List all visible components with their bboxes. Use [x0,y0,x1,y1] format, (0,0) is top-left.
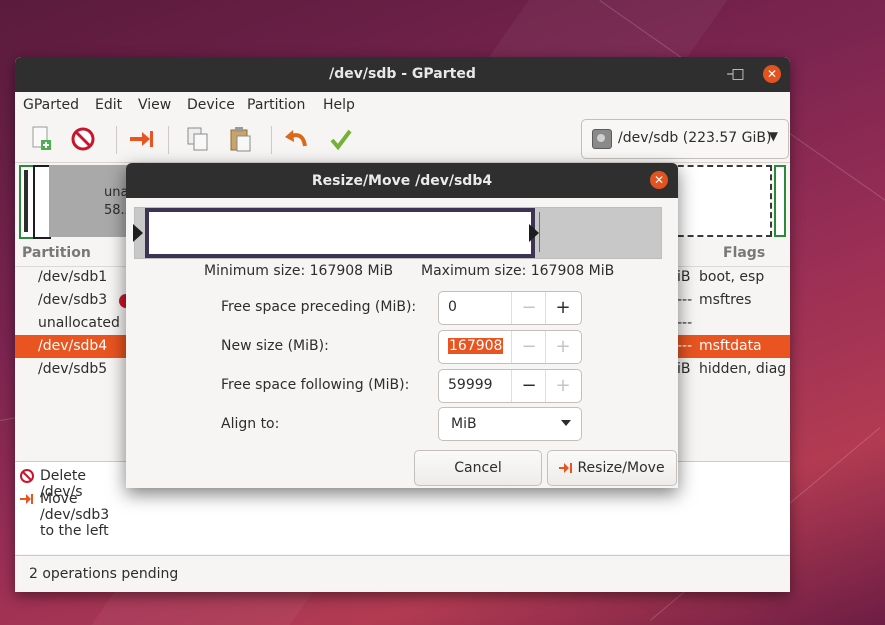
copy-icon[interactable] [183,124,213,154]
menu-device[interactable]: Device [187,97,235,113]
row-size: --- [677,315,693,331]
row-name: /dev/sdb4 [38,338,108,354]
menu-gparted[interactable]: GParted [23,97,79,113]
window-titlebar[interactable]: /dev/sdb - GParted – □ ✕ [15,57,790,92]
row-name: /dev/sdb3 [38,292,108,308]
harddisk-icon [592,129,612,149]
decrement-button[interactable]: − [511,370,546,402]
increment-button[interactable]: + [545,331,580,363]
maximum-size-label: Maximum size: 167908 MiB [421,263,615,279]
free-preceding-label: Free space preceding (MiB): [221,299,417,315]
resize-move-icon [20,494,33,504]
cancel-button[interactable]: Cancel [414,450,542,486]
column-partition[interactable]: Partition [22,245,91,261]
row-size: iB [677,269,691,285]
row-flags: msftres [699,292,752,308]
row-size: iB [677,361,691,377]
decrement-button[interactable]: − [511,331,546,363]
delete-icon [20,469,34,483]
row-flags: boot, esp [699,269,765,285]
resize-move-label: Resize/Move [577,460,665,476]
new-size-input[interactable]: 167908 [448,338,504,354]
decrement-button[interactable]: − [511,292,546,324]
status-text: 2 operations pending [29,566,179,582]
dialog-close-button[interactable]: ✕ [650,171,668,189]
right-resize-handle[interactable] [529,224,539,242]
diskmap-unallocated-label: una [104,185,129,200]
maximize-button[interactable]: □ [729,65,747,83]
row-name: /dev/sdb1 [38,269,108,285]
left-resize-handle[interactable] [133,224,143,242]
dialog-titlebar[interactable]: Resize/Move /dev/sdb4 ✕ [126,163,678,198]
chevron-down-icon [561,420,571,426]
increment-button[interactable]: + [545,370,580,402]
device-label: /dev/sdb (223.57 GiB) [618,130,772,146]
diskmap-partition-sdb4[interactable] [668,165,772,237]
new-size-label: New size (MiB): [221,338,329,354]
menu-view[interactable]: View [138,97,171,113]
toolbar-separator [116,126,117,154]
free-following-spinner[interactable]: 59999 − + [438,369,582,403]
menu-edit[interactable]: Edit [95,97,122,113]
row-size: --- [677,338,693,354]
menubar: GParted Edit View Device Partition Help [15,92,790,118]
partition-block[interactable] [145,208,535,258]
free-preceding-spinner[interactable]: 0 − + [438,291,582,325]
align-to-dropdown[interactable]: MiB [438,407,582,441]
menu-help[interactable]: Help [323,97,355,113]
column-flags[interactable]: Flags [723,245,765,261]
align-to-label: Align to: [221,416,280,432]
operation-text: Move /dev/sdb3 to the left [40,491,110,539]
chevron-down-icon: ▼ [768,129,778,143]
resize-move-dialog: Resize/Move /dev/sdb4 ✕ Minimum size: 16… [126,163,678,488]
row-flags: msftdata [699,338,762,354]
row-size: --- [677,292,693,308]
menu-partition[interactable]: Partition [247,97,305,113]
diskmap-unallocated[interactable]: una 58.5 [49,165,133,237]
resize-move-icon[interactable] [126,124,156,154]
toolbar-separator [168,126,169,154]
new-partition-icon[interactable] [27,124,57,154]
free-preceding-input[interactable]: 0 [448,299,457,315]
status-bar: 2 operations pending [15,555,790,592]
row-flags: hidden, diag [699,361,787,377]
resize-move-icon [559,463,573,473]
cancel-label: Cancel [454,460,502,476]
paste-icon[interactable] [225,124,255,154]
apply-icon[interactable] [326,124,356,154]
toolbar-separator [271,126,272,154]
free-following-label: Free space following (MiB): [221,377,410,393]
dialog-title: Resize/Move /dev/sdb4 [311,173,493,189]
device-selector[interactable]: /dev/sdb (223.57 GiB) ▼ [581,119,789,159]
free-following-input[interactable]: 59999 [448,377,493,393]
new-size-spinner[interactable]: 167908 − + [438,330,582,364]
window-title: /dev/sdb - GParted [329,66,476,82]
row-name: /dev/sdb5 [38,361,108,377]
minimum-size-label: Minimum size: 167908 MiB [204,263,394,279]
undo-icon[interactable] [281,124,311,154]
close-button[interactable]: ✕ [763,65,781,83]
partition-fill [153,215,521,243]
max-boundary-line [539,212,540,252]
delete-icon[interactable] [68,124,98,154]
increment-button[interactable]: + [545,292,580,324]
row-name: unallocated [38,315,120,331]
diskmap-partition-sdb5[interactable] [774,165,786,237]
resize-graphic[interactable] [133,207,662,259]
resize-move-button[interactable]: Resize/Move [547,450,677,486]
align-to-value: MiB [451,416,477,432]
